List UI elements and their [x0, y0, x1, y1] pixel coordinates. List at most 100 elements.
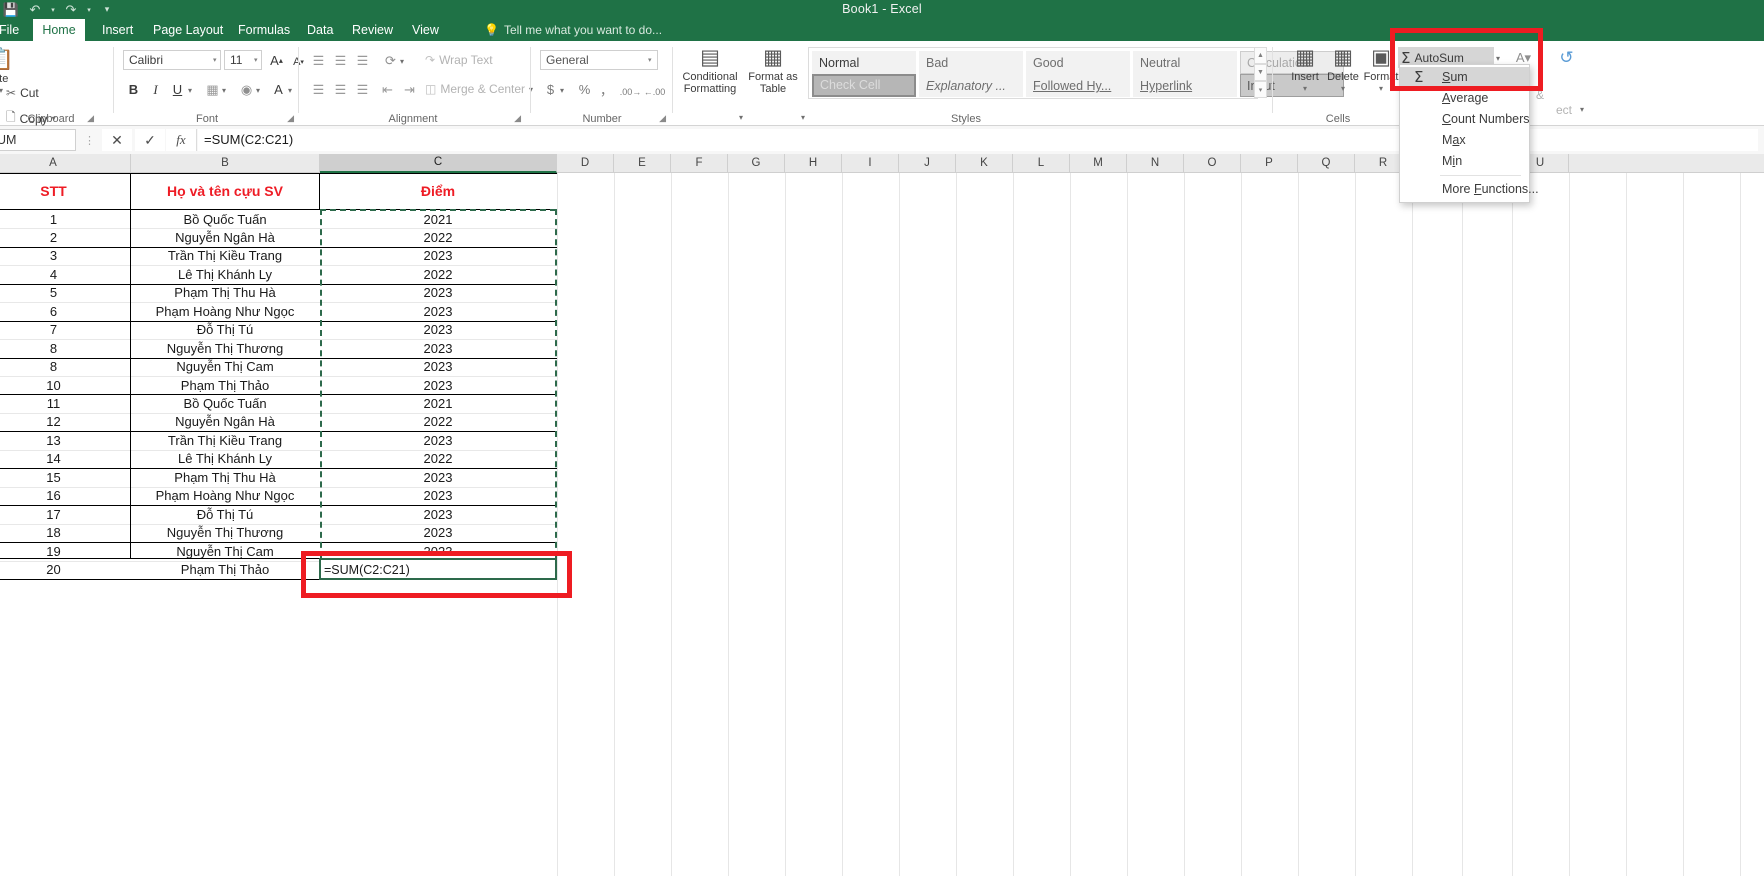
tell-me-box[interactable]: 💡 Tell me what you want to do...	[484, 19, 662, 41]
table-header-cell[interactable]: STT	[0, 175, 131, 207]
name-box[interactable]: UM	[0, 129, 76, 151]
find-select-dropdown-icon[interactable]: ▾	[1580, 105, 1584, 114]
cell-name[interactable]: Phạm Hoàng Như Ngọc	[131, 303, 319, 321]
borders-icon[interactable]: ▦	[202, 79, 223, 100]
format-dropdown-icon[interactable]: ▾	[1379, 83, 1383, 95]
tab-formulas[interactable]: Formulas	[229, 19, 299, 41]
cell-diem[interactable]: 2022	[320, 413, 556, 431]
tab-page-layout[interactable]: Page Layout	[144, 19, 232, 41]
col-header-F[interactable]: F	[671, 154, 728, 173]
cell-diem[interactable]: 2021	[320, 211, 556, 229]
conditional-formatting-button[interactable]: ▤ Conditional Formatting	[680, 45, 740, 95]
cell-style-neutral[interactable]: Neutral	[1133, 51, 1237, 74]
cell-stt[interactable]: 16	[0, 487, 131, 505]
paste-dropdown-icon[interactable]: ▾	[0, 85, 3, 97]
align-bottom-button[interactable]: ☰	[352, 50, 373, 71]
tab-insert[interactable]: Insert	[93, 19, 142, 41]
clipboard-dialog-launcher[interactable]: ◢	[87, 113, 94, 124]
cell-stt[interactable]: 2	[0, 229, 131, 247]
cell-diem[interactable]: 2023	[320, 524, 556, 542]
cell-stt[interactable]: 10	[0, 377, 131, 395]
align-right-button[interactable]: ☰	[352, 79, 373, 100]
col-header-Q[interactable]: Q	[1298, 154, 1355, 173]
bold-button[interactable]: B	[123, 79, 144, 100]
align-center-button[interactable]: ☰	[330, 79, 351, 100]
cell-name[interactable]: Bồ Quốc Tuấn	[131, 211, 319, 229]
cell-diem[interactable]: 2023	[320, 432, 556, 450]
fill-color-icon[interactable]: ◉	[236, 79, 257, 100]
fx-icon[interactable]: fx	[166, 129, 196, 151]
cell-name[interactable]: Đỗ Thị Tú	[131, 506, 319, 524]
cell-style-explanatory[interactable]: Explanatory ...	[919, 74, 1023, 97]
gallery-scroll-down-button[interactable]: ▼	[1254, 64, 1267, 81]
col-header-I[interactable]: I	[842, 154, 899, 173]
enter-check-icon[interactable]: ✓	[135, 129, 165, 151]
cell-stt[interactable]: 17	[0, 506, 131, 524]
col-header-H[interactable]: H	[785, 154, 842, 173]
col-header-D[interactable]: D	[557, 154, 614, 173]
col-header-G[interactable]: G	[728, 154, 785, 173]
col-header-L[interactable]: L	[1013, 154, 1070, 173]
cell-diem[interactable]: 2022	[320, 266, 556, 284]
cell-name[interactable]: Đỗ Thị Tú	[131, 321, 319, 339]
comma-style-button[interactable]: ，	[596, 79, 617, 100]
cell-name[interactable]: Nguyễn Thị Thương	[131, 340, 319, 358]
col-header-E[interactable]: E	[614, 154, 671, 173]
menu-item-average[interactable]: Average	[1400, 88, 1529, 109]
cell-diem[interactable]: 2023	[320, 469, 556, 487]
italic-button[interactable]: I	[145, 79, 166, 100]
cell-diem[interactable]: 2021	[320, 395, 556, 413]
col-header-J[interactable]: J	[899, 154, 956, 173]
col-header-N[interactable]: N	[1127, 154, 1184, 173]
cell-diem[interactable]: 2022	[320, 450, 556, 468]
col-header-M[interactable]: M	[1070, 154, 1127, 173]
align-middle-button[interactable]: ☰	[330, 50, 351, 71]
cell-diem[interactable]: 2023	[320, 340, 556, 358]
cell-stt[interactable]: 3	[0, 247, 131, 265]
cell-diem[interactable]: 2023	[320, 303, 556, 321]
orientation-dropdown-icon[interactable]: ▾	[400, 57, 404, 66]
cell-style-hyperlink[interactable]: Hyperlink	[1133, 74, 1237, 97]
cell-name[interactable]: Phạm Thị Thu Hà	[131, 284, 319, 302]
underline-dropdown-icon[interactable]: ▾	[188, 86, 192, 95]
alignment-dialog-launcher[interactable]: ◢	[514, 113, 521, 124]
tab-file[interactable]: File	[0, 19, 28, 41]
borders-dropdown-icon[interactable]: ▾	[222, 86, 226, 95]
cell-stt[interactable]: 7	[0, 321, 131, 339]
cell-stt[interactable]: 15	[0, 469, 131, 487]
cancel-x-icon[interactable]: ✕	[102, 129, 132, 151]
underline-button[interactable]: U	[167, 79, 188, 100]
increase-indent-icon[interactable]: ⇥	[399, 79, 420, 100]
menu-item-more-functions[interactable]: More Functions...	[1400, 179, 1539, 200]
cell-stt[interactable]: 18	[0, 524, 131, 542]
cell-stt[interactable]: 12	[0, 413, 131, 431]
cell-diem[interactable]: 2023	[320, 247, 556, 265]
cell-style-bad[interactable]: Bad	[919, 51, 1023, 74]
merge-center-button[interactable]: ◫ Merge & Center ▾	[425, 82, 533, 96]
cell-stt[interactable]: 4	[0, 266, 131, 284]
col-header-B[interactable]: B	[131, 154, 320, 173]
number-format-select[interactable]: General	[540, 50, 658, 70]
cell-name[interactable]: Phạm Hoàng Như Ngọc	[131, 487, 319, 505]
cell-name[interactable]: Lê Thị Khánh Ly	[131, 450, 319, 468]
orientation-icon[interactable]: ⟳	[380, 50, 401, 71]
increase-decimal-button[interactable]: .00→	[620, 81, 642, 102]
cell-style-followed-hyperlink[interactable]: Followed Hy...	[1026, 74, 1130, 97]
cell-name[interactable]: Nguyễn Ngân Hà	[131, 229, 319, 247]
menu-item-max[interactable]: Max	[1400, 130, 1529, 151]
col-header-O[interactable]: O	[1184, 154, 1241, 173]
col-header-C[interactable]: C	[320, 154, 557, 173]
accounting-format-button[interactable]: $	[540, 79, 561, 100]
cell-diem[interactable]: 2023	[320, 487, 556, 505]
cell-stt[interactable]: 5	[0, 284, 131, 302]
menu-item-count-numbers[interactable]: Count Numbers	[1400, 109, 1530, 130]
cell-diem[interactable]: 2022	[320, 229, 556, 247]
cell-style-check-cell[interactable]: Check Cell	[812, 74, 916, 97]
cell-diem[interactable]: 2023	[320, 377, 556, 395]
tab-review[interactable]: Review	[343, 19, 402, 41]
format-as-table-button[interactable]: ▦ Format as Table	[744, 45, 802, 95]
fill-color-dropdown-icon[interactable]: ▾	[256, 86, 260, 95]
font-dialog-launcher[interactable]: ◢	[287, 113, 294, 124]
cell-name[interactable]: Nguyễn Thị Thương	[131, 524, 319, 542]
col-header-P[interactable]: P	[1241, 154, 1298, 173]
